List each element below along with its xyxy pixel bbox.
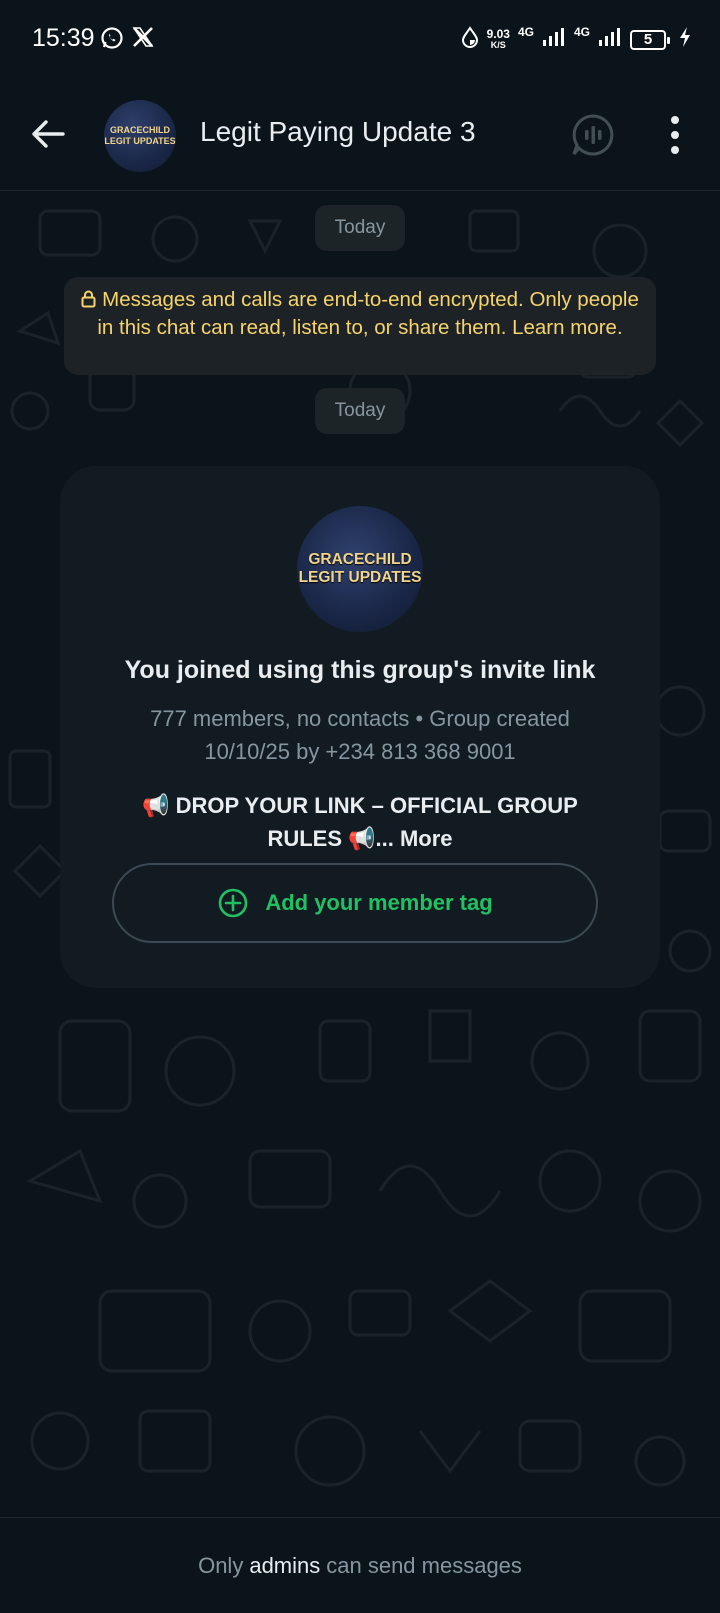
date-chip: Today bbox=[315, 388, 405, 434]
back-arrow-icon bbox=[32, 120, 65, 148]
more-link[interactable]: More bbox=[400, 826, 453, 851]
network-type-2: 4G bbox=[573, 24, 590, 39]
chat-title[interactable]: Legit Paying Update 3 bbox=[200, 116, 476, 148]
voice-chat-button[interactable] bbox=[570, 112, 616, 158]
chat-header: GRACECHILD LEGIT UPDATES Legit Paying Up… bbox=[0, 80, 720, 191]
add-member-tag-button[interactable]: Add your member tag bbox=[112, 863, 598, 943]
group-avatar[interactable]: GRACECHILD LEGIT UPDATES bbox=[104, 100, 176, 172]
group-avatar-large[interactable]: GRACECHILD LEGIT UPDATES bbox=[297, 506, 423, 632]
more-vert-icon[interactable] bbox=[660, 110, 690, 160]
x-icon bbox=[132, 26, 154, 53]
admins-link[interactable]: admins bbox=[249, 1553, 320, 1579]
signal-icon bbox=[542, 26, 566, 53]
group-meta: 777 members, no contacts • Group created… bbox=[150, 706, 570, 764]
lock-icon bbox=[81, 289, 96, 315]
join-message: You joined using this group's invite lin… bbox=[124, 656, 596, 684]
encryption-text: Messages and calls are end-to-end encryp… bbox=[97, 288, 639, 339]
group-info-card: GRACECHILD LEGIT UPDATES You joined usin… bbox=[60, 466, 660, 988]
status-time: 15:39 bbox=[32, 24, 95, 52]
chat-area[interactable]: Today Messages and calls are end-to-end … bbox=[0, 191, 720, 1517]
whatsapp-icon bbox=[100, 26, 124, 55]
signal-icon bbox=[598, 26, 622, 53]
add-circle-icon bbox=[219, 888, 248, 918]
group-description[interactable]: 📢 DROP YOUR LINK – OFFICIAL GROUP RULES … bbox=[110, 789, 610, 855]
voice-chat-icon bbox=[572, 114, 614, 156]
charging-icon bbox=[678, 26, 692, 53]
date-chip: Today bbox=[315, 205, 405, 251]
network-type-1: 4G bbox=[517, 24, 534, 39]
admin-only-banner: Only admins can send messages bbox=[0, 1517, 720, 1613]
net-speed: 9.03 K/S bbox=[486, 26, 510, 50]
encryption-notice[interactable]: Messages and calls are end-to-end encryp… bbox=[64, 277, 656, 375]
back-button[interactable] bbox=[26, 112, 70, 156]
status-bar: 15:39 9.03 K/S 4G 4G 5 bbox=[0, 0, 720, 80]
battery-icon: 5 bbox=[630, 29, 670, 50]
data-saver-icon bbox=[461, 26, 479, 53]
